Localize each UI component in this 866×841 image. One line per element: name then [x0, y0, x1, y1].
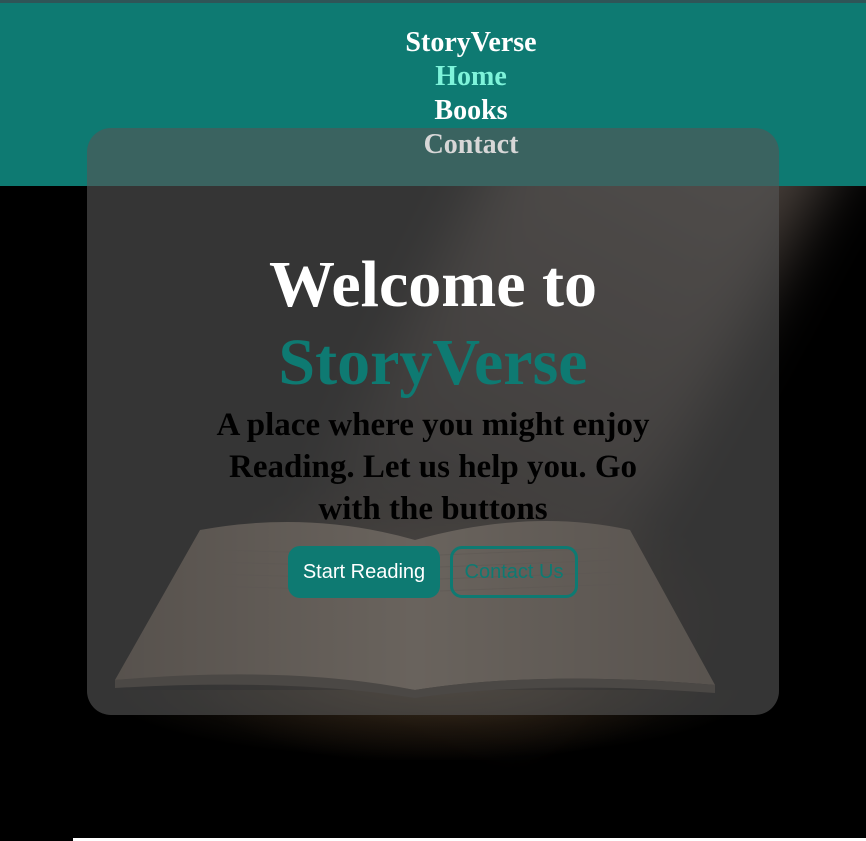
nav-item-home[interactable]: Home [76, 60, 866, 94]
hero-heading: Welcome to [268, 248, 598, 321]
contact-us-button[interactable]: Contact Us [450, 546, 578, 598]
nav-item-contact[interactable]: Contact [76, 128, 866, 162]
start-reading-button[interactable]: Start Reading [288, 546, 440, 598]
hero-brand: StoryVerse [278, 326, 588, 399]
page: StoryVerse Home Books Contact Welcome to… [0, 0, 866, 841]
main-nav: StoryVerse Home Books Contact [0, 26, 866, 162]
hero-buttons: Start Reading Contact Us [87, 546, 779, 598]
hero-section: Welcome to StoryVerse A place where you … [87, 244, 779, 598]
nav-brand[interactable]: StoryVerse [76, 26, 866, 60]
nav-item-books[interactable]: Books [76, 94, 866, 128]
hero-tagline: A place where you might enjoy Reading. L… [216, 407, 650, 527]
